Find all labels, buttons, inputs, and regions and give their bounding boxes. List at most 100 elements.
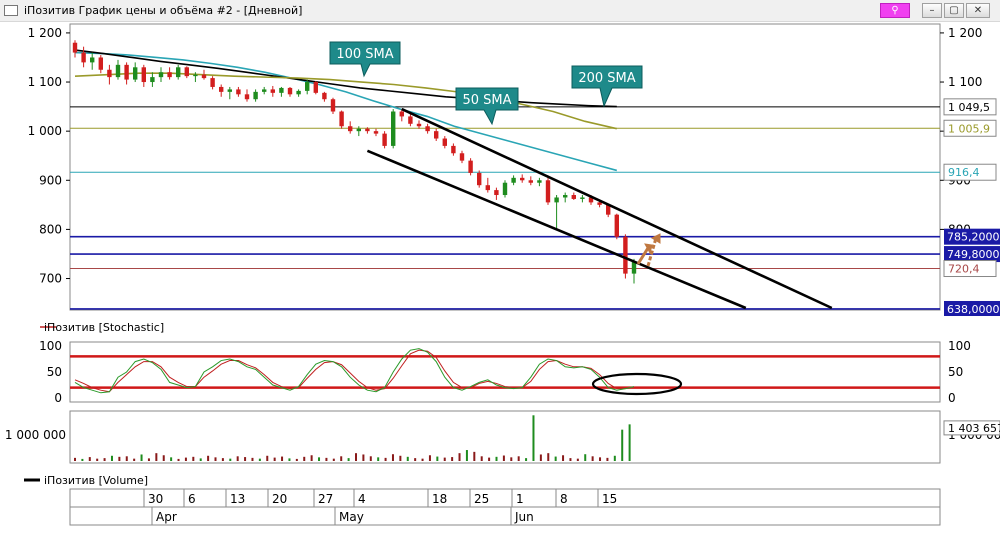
candle-body xyxy=(270,89,275,93)
volume-bar xyxy=(214,457,217,461)
volume-bar xyxy=(125,456,128,461)
day-label: 13 xyxy=(230,492,245,506)
volume-bar xyxy=(406,456,409,461)
volume-bar xyxy=(510,457,513,461)
volume-bar xyxy=(155,453,158,461)
candle-body xyxy=(219,86,224,92)
volume-bar xyxy=(458,453,461,461)
day-label: 30 xyxy=(148,492,163,506)
volume-pane xyxy=(69,410,941,464)
candle-body xyxy=(244,94,250,100)
candle-body xyxy=(416,123,422,127)
candle-body xyxy=(201,74,207,79)
day-label: 20 xyxy=(272,492,287,506)
candle-body xyxy=(545,180,551,203)
candle-body xyxy=(236,89,241,95)
price-tick-label-right: 1 200 xyxy=(948,26,982,40)
price-tick-label: 700 xyxy=(39,272,62,286)
stochastic-pane xyxy=(69,341,941,403)
volume-bar xyxy=(377,457,380,461)
volume-bar xyxy=(599,457,602,461)
day-label: 15 xyxy=(602,492,617,506)
candle-body xyxy=(571,195,576,199)
candle-body xyxy=(141,67,146,83)
volume-bar xyxy=(221,458,224,461)
volume-bar xyxy=(473,451,476,461)
volume-bar xyxy=(362,454,365,461)
day-label: 27 xyxy=(318,492,333,506)
candle-body xyxy=(305,82,310,91)
volume-bar xyxy=(207,455,210,461)
candle-body xyxy=(520,177,525,181)
volume-bar xyxy=(399,455,402,461)
candle-body xyxy=(391,111,396,146)
level-label: 1 005,9 xyxy=(948,122,990,135)
candle-body xyxy=(597,202,602,205)
stochastic-tick-label-right: 100 xyxy=(948,339,971,353)
candle-body xyxy=(339,111,344,127)
candle-body xyxy=(502,182,508,196)
maximize-button[interactable]: ▢ xyxy=(944,3,964,18)
volume-bar xyxy=(628,424,631,461)
candle-body xyxy=(176,67,181,78)
volume-bar xyxy=(355,453,357,461)
volume-bar xyxy=(465,450,468,461)
candle-body xyxy=(184,67,189,77)
volume-bar xyxy=(288,458,291,461)
candle-body xyxy=(150,77,155,83)
candle-body xyxy=(442,138,447,146)
sma100-label: 100 SMA xyxy=(336,47,393,62)
volume-bar xyxy=(532,415,535,461)
volume-bar xyxy=(244,457,247,461)
volume-bar xyxy=(340,456,343,461)
candle-body xyxy=(81,52,86,63)
volume-bar xyxy=(103,458,106,461)
volume-bar xyxy=(295,458,298,461)
volume-bar xyxy=(251,457,254,461)
volume-bar xyxy=(576,458,579,461)
price-tick-label: 1 000 xyxy=(28,124,62,138)
volume-bar xyxy=(562,455,565,461)
pin-button[interactable]: ⚲ xyxy=(880,3,910,18)
volume-bar xyxy=(81,458,84,461)
volume-tick-label: 1 000 000 xyxy=(5,428,66,442)
volume-bar xyxy=(584,454,587,461)
volume-bar xyxy=(391,454,394,461)
candle-body xyxy=(511,177,516,183)
month-label: Jun xyxy=(514,510,534,524)
chart-area[interactable]: 1 2001 1001 000900800700 1 2001 1001 000… xyxy=(0,22,1000,539)
volume-bar xyxy=(281,456,284,461)
candle-body xyxy=(348,126,353,132)
month-label: May xyxy=(339,510,364,524)
volume-bar xyxy=(517,456,520,461)
candle-body xyxy=(322,92,327,100)
volume-bar xyxy=(421,458,424,461)
volume-bar xyxy=(273,457,276,461)
candle-body xyxy=(107,69,112,78)
volume-bar xyxy=(96,458,99,461)
volume-bar xyxy=(606,457,609,461)
candle-body xyxy=(90,57,95,63)
candle-body xyxy=(98,57,103,70)
candle-body xyxy=(72,42,78,53)
candle-body xyxy=(580,197,585,199)
volume-bar xyxy=(428,455,431,461)
candle-body xyxy=(399,111,404,117)
minimize-button[interactable]: – xyxy=(922,3,942,18)
volume-bar xyxy=(170,457,173,461)
close-button[interactable]: ✕ xyxy=(966,3,990,18)
volume-bar xyxy=(310,455,313,461)
candle-body xyxy=(287,87,293,95)
volume-bar xyxy=(118,456,121,461)
day-label: 1 xyxy=(516,492,524,506)
candle-body xyxy=(227,89,232,92)
candle-body xyxy=(425,126,430,132)
volume-bar xyxy=(369,456,372,461)
sma200-label: 200 SMA xyxy=(578,71,635,86)
day-label: 18 xyxy=(432,492,447,506)
volume-bar xyxy=(613,455,616,461)
candle-body xyxy=(485,185,490,191)
candle-body xyxy=(158,72,164,78)
level-label: 720,4 xyxy=(948,263,980,276)
title-bar: iПозитив График цены и объёма #2 - [Днев… xyxy=(0,0,1000,22)
